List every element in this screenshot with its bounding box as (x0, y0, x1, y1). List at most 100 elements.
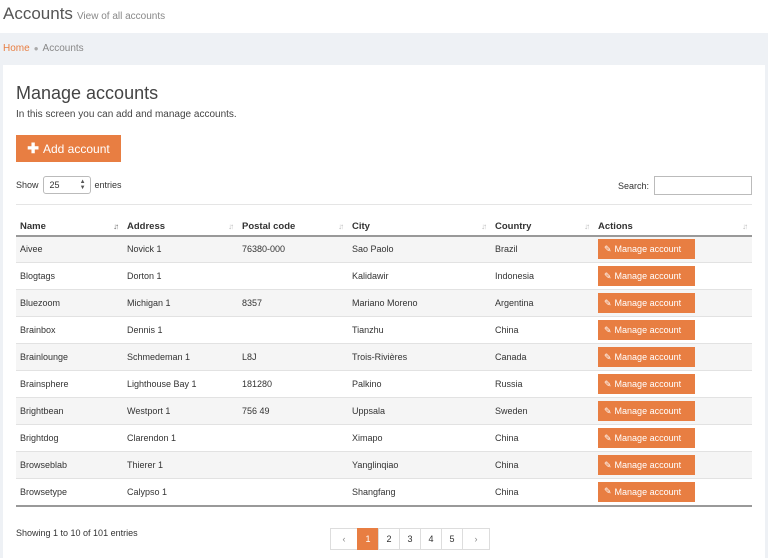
table-row: Brainsphere Lighthouse Bay 1 181280 Palkino… (16, 370, 752, 398)
cell-name: Aivee (16, 235, 123, 263)
column-header-postal-code[interactable]: Postal code ↓↑ (238, 204, 348, 237)
breadcrumb-home-link[interactable]: Home (3, 43, 30, 54)
column-header-label: Postal code (242, 221, 296, 233)
pagination-next-button[interactable]: › (462, 528, 490, 550)
pagination-page-5[interactable]: 5 (441, 528, 463, 550)
sort-icon: ↓↑ (584, 222, 590, 231)
manage-account-button[interactable]: ✎ Manage account (598, 347, 695, 367)
cell-city: Yanglinqiao (348, 451, 491, 479)
column-header-label: Name (20, 221, 46, 233)
pagination: ‹ 1 2 3 4 5 › (330, 528, 490, 550)
table-info: Showing 1 to 10 of 101 entries (16, 528, 138, 538)
cell-city: Kalidawir (348, 262, 491, 290)
add-account-button[interactable]: ✚ Add account (16, 135, 121, 162)
pagination-page-2[interactable]: 2 (378, 528, 400, 550)
cell-name: Browsetype (16, 478, 123, 507)
pagination-page-1[interactable]: 1 (357, 528, 379, 550)
cell-address: Michigan 1 (123, 289, 238, 317)
cell-address: Thierer 1 (123, 451, 238, 479)
cell-city: Tianzhu (348, 316, 491, 344)
cell-actions: ✎ Manage account (594, 478, 752, 507)
column-header-label: Address (127, 221, 166, 233)
manage-account-label: Manage account (614, 460, 682, 470)
cell-name: Browseblab (16, 451, 123, 479)
column-header-city[interactable]: City ↓↑ (348, 204, 491, 237)
add-account-label: Add account (43, 141, 110, 156)
cell-postal-code (238, 478, 348, 507)
sort-ascending-icon: ↓↑ (113, 222, 119, 231)
manage-account-button[interactable]: ✎ Manage account (598, 401, 695, 421)
manage-account-label: Manage account (614, 406, 682, 416)
breadcrumb-bar: Home ● Accounts (0, 33, 768, 65)
edit-icon: ✎ (604, 351, 612, 362)
table-body: Aivee Novick 1 76380-000 Sao Paolo Brazil ✎ Ma… (16, 235, 752, 507)
cell-name: Bluezoom (16, 289, 123, 317)
pagination-prev-button[interactable]: ‹ (330, 528, 358, 550)
cell-actions: ✎ Manage account (594, 316, 752, 344)
cell-name: Brainlounge (16, 343, 123, 371)
manage-account-button[interactable]: ✎ Manage account (598, 481, 695, 502)
cell-actions: ✎ Manage account (594, 235, 752, 263)
manage-account-button[interactable]: ✎ Manage account (598, 428, 695, 448)
cell-address: Lighthouse Bay 1 (123, 370, 238, 398)
entries-select[interactable]: 25 ▲ ▼ (42, 176, 91, 194)
search-control: Search: (618, 176, 752, 195)
column-header-address[interactable]: Address ↓↑ (123, 204, 238, 237)
cell-actions: ✎ Manage account (594, 289, 752, 317)
sort-icon: ↓↑ (338, 222, 344, 231)
accounts-table: Name ↓↑ Address ↓↑ Postal code ↓↑ City ↓↑ Co… (16, 204, 752, 507)
manage-account-button[interactable]: ✎ Manage account (598, 293, 695, 313)
table-row: Brainbox Dennis 1 Tianzhu China ✎ Manage acco… (16, 316, 752, 344)
sort-icon: ↓↑ (742, 222, 748, 231)
pagination-page-4[interactable]: 4 (420, 528, 442, 550)
cell-country: China (491, 424, 594, 452)
manage-account-button[interactable]: ✎ Manage account (598, 239, 695, 260)
manage-account-button[interactable]: ✎ Manage account (598, 320, 695, 340)
pagination-page-3[interactable]: 3 (399, 528, 421, 550)
cell-postal-code (238, 262, 348, 290)
cell-postal-code (238, 316, 348, 344)
edit-icon: ✎ (604, 378, 612, 389)
cell-address: Dennis 1 (123, 316, 238, 344)
manage-account-button[interactable]: ✎ Manage account (598, 266, 695, 286)
page-title: Accounts View of all accounts (3, 4, 165, 24)
manage-account-label: Manage account (614, 244, 682, 255)
top-bar: Accounts View of all accounts (0, 0, 768, 33)
search-label: Search: (617, 180, 649, 191)
entries-length-control: Show 25 ▲ ▼ entries (16, 176, 122, 194)
breadcrumb-current: Accounts (42, 43, 84, 54)
cell-postal-code: 756 49 (238, 397, 348, 425)
cell-address: Calypso 1 (123, 478, 238, 507)
manage-account-button[interactable]: ✎ Manage account (598, 455, 695, 475)
cell-actions: ✎ Manage account (594, 424, 752, 452)
breadcrumb: Home ● Accounts (3, 43, 84, 54)
edit-icon: ✎ (604, 324, 612, 335)
manage-account-label: Manage account (614, 379, 682, 389)
cell-postal-code (238, 424, 348, 452)
cell-postal-code: 8357 (238, 289, 348, 317)
cell-country: Russia (491, 370, 594, 398)
show-label: Show (16, 180, 39, 190)
cell-country: Argentina (491, 289, 594, 317)
edit-icon: ✎ (604, 486, 612, 497)
column-header-label: Actions (598, 221, 633, 233)
column-header-country[interactable]: Country ↓↑ (491, 204, 594, 237)
column-header-name[interactable]: Name ↓↑ (16, 204, 123, 237)
manage-account-label: Manage account (614, 271, 682, 281)
page-subtitle: View of all accounts (76, 11, 166, 22)
manage-account-button[interactable]: ✎ Manage account (598, 374, 695, 394)
cell-country: China (491, 316, 594, 344)
column-header-label: Country (495, 221, 532, 233)
select-arrows-icon: ▲ ▼ (79, 179, 86, 191)
column-header-actions[interactable]: Actions ↓↑ (594, 204, 752, 237)
column-header-label: City (352, 221, 370, 233)
cell-city: Trois-Rivières (348, 343, 491, 371)
cell-name: Brightbean (16, 397, 123, 425)
section-title: Manage accounts (16, 83, 159, 103)
cell-city: Uppsala (348, 397, 491, 425)
search-input[interactable] (654, 176, 752, 195)
cell-country: Brazil (491, 235, 594, 263)
entries-select-value: 25 (49, 180, 60, 190)
manage-account-label: Manage account (614, 352, 682, 362)
sort-icon: ↓↑ (228, 222, 234, 231)
